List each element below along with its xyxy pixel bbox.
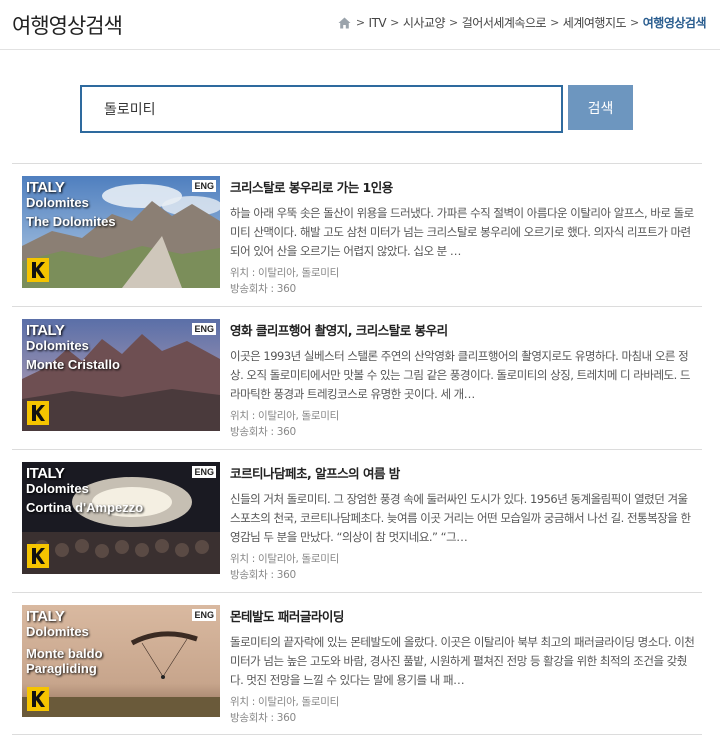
video-thumbnail[interactable]: ITALY Dolomites Cortina d'Ampezzo ENG [22, 462, 220, 574]
result-title[interactable]: 영화 클리프행어 촬영지, 크리스탈로 봉우리 [230, 320, 448, 339]
result-location: 위치 : 이탈리아, 돌로미티 [230, 553, 339, 565]
page-title: 여행영상검색 [12, 14, 123, 38]
breadcrumb-item-itv[interactable]: ITV [369, 16, 387, 30]
result-description: 이곳은 1993년 실베스터 스탤론 주연의 산악영화 클리프행어의 촬영지로도… [230, 349, 691, 401]
breadcrumb: > ITV > 시사교양 > 걸어서세계속으로 > 세계여행지도 > 여행영상검… [338, 14, 707, 31]
breadcrumb-item-culture[interactable]: 시사교양 [403, 14, 446, 31]
page-header: 여행영상검색 > ITV > 시사교양 > 걸어서세계속으로 > 세계여행지도 … [0, 0, 720, 50]
result-episode: 방송회차 : 360 [230, 283, 296, 295]
breadcrumb-item-map[interactable]: 세계여행지도 [563, 14, 627, 31]
result-description: 신들의 거처 돌로미티. 그 장엄한 풍경 속에 둘러싸인 도시가 있다. 19… [230, 492, 691, 544]
home-icon[interactable] [338, 17, 351, 29]
k-logo-icon [27, 544, 49, 568]
breadcrumb-separator: > [449, 16, 458, 29]
result-list: ITALY Dolomites The Dolomites ENG 크리스탈로 … [12, 163, 702, 735]
result-title[interactable]: 코르티나담페초, 알프스의 여름 밤 [230, 463, 400, 482]
thumbnail-country: ITALY [26, 608, 65, 625]
result-description: 하늘 아래 우뚝 솟은 돌산이 위용을 드러냈다. 가파른 수직 절벽이 아름다… [230, 206, 694, 258]
result-episode: 방송회차 : 360 [230, 712, 296, 724]
result-title[interactable]: 크리스탈로 봉우리로 가는 1인용 [230, 177, 393, 196]
language-badge: ENG [192, 609, 216, 621]
thumbnail-region: Dolomites [26, 481, 89, 496]
result-description: 돌로미티의 끝자락에 있는 몬테발도에 올랐다. 이곳은 이탈리아 북부 최고의… [230, 635, 695, 687]
thumbnail-place: Monte baldo Paragliding [26, 646, 103, 676]
result-item: ITALY Dolomites The Dolomites ENG 크리스탈로 … [12, 163, 702, 306]
k-logo-icon [27, 401, 49, 425]
video-thumbnail[interactable]: ITALY Dolomites Monte baldo Paragliding … [22, 605, 220, 717]
breadcrumb-current: 여행영상검색 [642, 16, 707, 30]
breadcrumb-separator: > [390, 16, 399, 29]
result-item: ITALY Dolomites Cortina d'Ampezzo ENG 코르… [12, 449, 702, 592]
k-logo-icon [27, 258, 49, 282]
breadcrumb-separator: > [550, 16, 559, 29]
result-item: ITALY Dolomites Monte baldo Paragliding … [12, 592, 702, 735]
thumbnail-region: Dolomites [26, 338, 89, 353]
search-input[interactable] [80, 85, 563, 133]
result-location: 위치 : 이탈리아, 돌로미티 [230, 267, 339, 279]
thumbnail-place: The Dolomites [26, 214, 116, 229]
search-button[interactable]: 검색 [568, 85, 633, 130]
breadcrumb-separator: > [630, 16, 639, 29]
thumbnail-region: Dolomites [26, 624, 89, 639]
breadcrumb-item-program[interactable]: 걸어서세계속으로 [462, 14, 547, 31]
result-episode: 방송회차 : 360 [230, 426, 296, 438]
language-badge: ENG [192, 323, 216, 335]
video-thumbnail[interactable]: ITALY Dolomites The Dolomites ENG [22, 176, 220, 288]
video-thumbnail[interactable]: ITALY Dolomites Monte Cristallo ENG [22, 319, 220, 431]
thumbnail-place: Monte Cristallo [26, 357, 120, 372]
k-logo-icon [27, 687, 49, 711]
breadcrumb-separator: > [355, 16, 365, 29]
result-item: ITALY Dolomites Monte Cristallo ENG 영화 클… [12, 306, 702, 449]
result-location: 위치 : 이탈리아, 돌로미티 [230, 696, 339, 708]
thumbnail-country: ITALY [26, 322, 65, 339]
language-badge: ENG [192, 180, 216, 192]
thumbnail-country: ITALY [26, 465, 65, 482]
search-area: 검색 [0, 50, 720, 162]
result-location: 위치 : 이탈리아, 돌로미티 [230, 410, 339, 422]
thumbnail-place: Cortina d'Ampezzo [26, 500, 144, 515]
thumbnail-region: Dolomites [26, 195, 89, 210]
result-episode: 방송회차 : 360 [230, 569, 296, 581]
language-badge: ENG [192, 466, 216, 478]
result-title[interactable]: 몬테발도 패러글라이딩 [230, 606, 344, 625]
thumbnail-country: ITALY [26, 179, 65, 196]
